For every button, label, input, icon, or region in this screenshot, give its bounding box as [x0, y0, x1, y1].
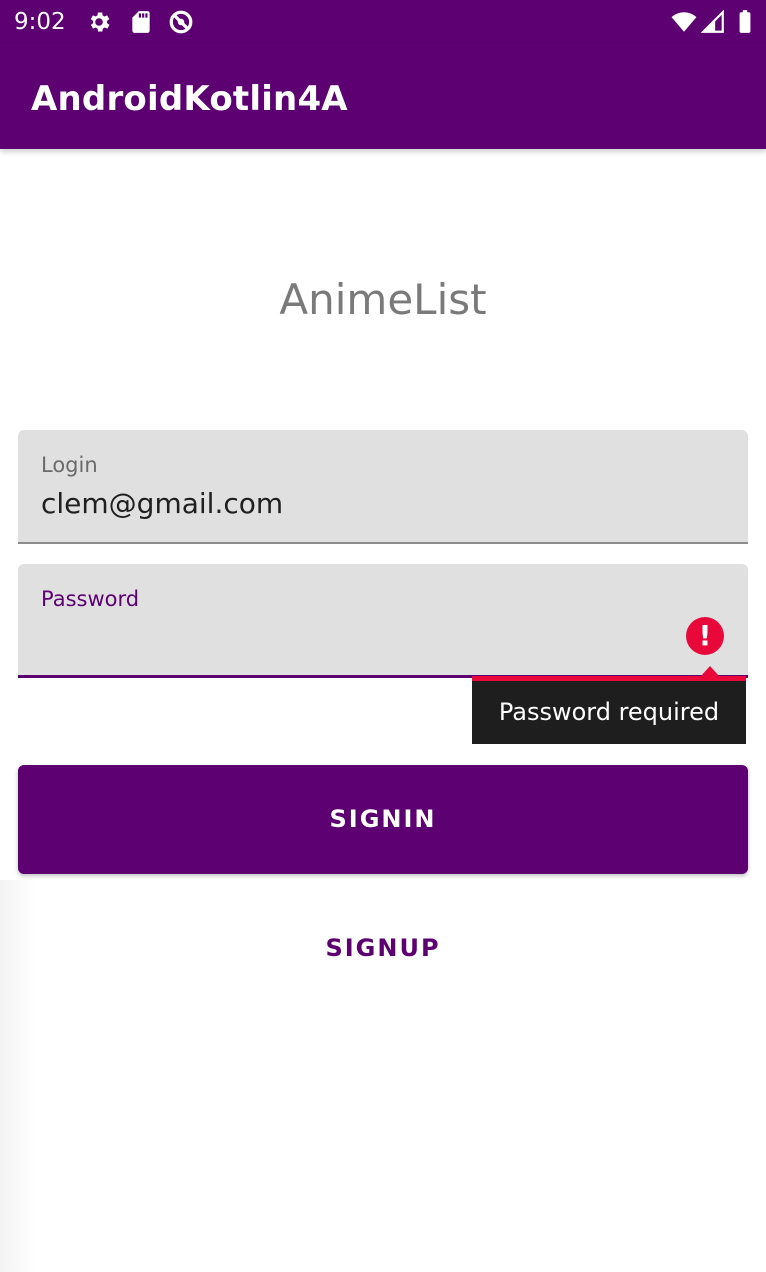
edge-shadow	[0, 880, 36, 1272]
page-title: AnimeList	[279, 275, 487, 324]
login-field[interactable]: Login clem@gmail.com	[18, 430, 748, 544]
login-input[interactable]: clem@gmail.com	[41, 486, 283, 522]
status-time: 9:02	[14, 9, 66, 35]
signal-icon	[700, 9, 724, 33]
settings-icon	[90, 12, 110, 32]
app-bar: AndroidKotlin4A	[0, 44, 766, 149]
no-disturb-icon	[169, 10, 193, 34]
battery-icon	[739, 10, 751, 33]
login-label: Login	[41, 453, 98, 477]
status-bar: 9:02	[0, 0, 766, 44]
app-bar-title: AndroidKotlin4A	[31, 79, 348, 119]
password-label: Password	[41, 587, 140, 611]
error-icon[interactable]: !	[686, 617, 724, 655]
password-field[interactable]: Password	[18, 564, 748, 678]
signin-button[interactable]: SIGNIN	[18, 765, 748, 874]
error-tooltip: Password required	[472, 681, 746, 744]
sd-card-icon	[132, 11, 150, 33]
signup-button[interactable]: SIGNUP	[283, 918, 483, 978]
wifi-icon	[671, 12, 697, 32]
